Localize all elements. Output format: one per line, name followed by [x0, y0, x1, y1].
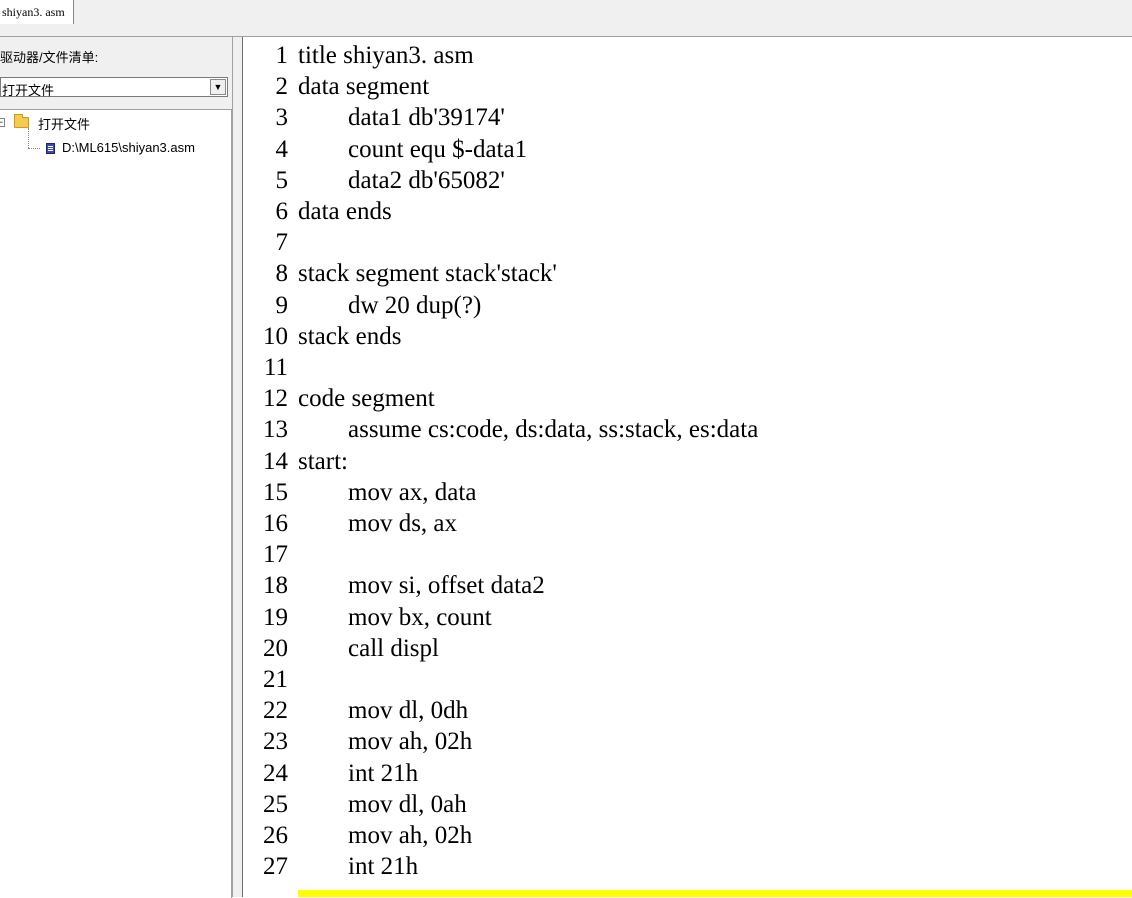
file-icon [46, 143, 55, 154]
line-number: 11 [263, 354, 288, 381]
code-line[interactable]: 8 stack segment stack'stack' [246, 258, 1132, 289]
code-line[interactable]: 11 [246, 352, 1132, 383]
code-line[interactable]: 2 data segment [246, 71, 1132, 102]
tab-shiyan3-asm[interactable]: shiyan3. asm [0, 0, 74, 24]
code-text: data segment [298, 73, 430, 101]
code-line[interactable]: 13 assume cs:code, ds:data, ss:stack, es… [246, 414, 1132, 445]
toolbar-separator [0, 26, 1132, 37]
code-line[interactable]: 25 mov dl, 0ah [246, 789, 1132, 820]
line-number: 28 [262, 891, 290, 897]
line-number: 23 [263, 728, 288, 756]
line-number: 17 [263, 541, 288, 569]
tree-connector [28, 148, 40, 149]
line-number: 19 [263, 603, 288, 631]
tab-bar: shiyan3. asm [0, 0, 1132, 27]
file-list-panel: 驱动器/文件清单: 打开文件 ▼ − 打开文件 D:\ML615\shiyan3… [0, 37, 232, 898]
code-line[interactable]: 10 stack ends [246, 321, 1132, 352]
code-text: call displ [298, 634, 439, 662]
code-text: stack ends [298, 322, 402, 350]
code-text: count equ $-data1 [298, 135, 528, 163]
line-number: 9 [275, 291, 289, 319]
code-text: data1 db'39174' [298, 104, 505, 132]
chevron-down-icon[interactable]: ▼ [210, 79, 226, 95]
line-number: 18 [263, 572, 288, 600]
current-line-highlight [298, 890, 1132, 897]
code-line[interactable]: 24 int 21h [246, 758, 1132, 789]
line-number: 14 [263, 447, 288, 475]
tree-connector [28, 128, 29, 148]
code-line[interactable]: 19 mov bx, count [246, 602, 1132, 633]
line-number: 20 [263, 634, 288, 662]
code-text: code segment [298, 385, 435, 413]
code-line[interactable]: 4 count equ $-data1 [246, 134, 1132, 165]
code-text: mov bx, count [298, 603, 492, 631]
line-number: 8 [275, 260, 289, 288]
drive-file-list-label: 驱动器/文件清单: [0, 50, 99, 65]
line-number: 21 [263, 666, 288, 693]
code-line[interactable]: 18 mov si, offset data2 [246, 570, 1132, 601]
code-text: int 21h [298, 759, 419, 787]
code-text: mov dl, 0dh [298, 697, 469, 725]
line-number: 22 [263, 697, 288, 725]
code-line[interactable]: 21 [246, 664, 1132, 695]
code-line[interactable]: 7 [246, 227, 1132, 258]
code-text: data ends [298, 198, 392, 225]
line-number: 5 [275, 166, 289, 194]
tab-label: shiyan3. asm [2, 5, 65, 19]
code-text: dw 20 dup(?) [298, 291, 482, 319]
line-number: 25 [263, 790, 288, 818]
tree-item-label: 打开文件 [38, 117, 91, 132]
code-line[interactable]: 14 start: [246, 446, 1132, 477]
line-number: 3 [275, 104, 289, 132]
line-number: 4 [275, 135, 289, 163]
code-line[interactable]: 17 [246, 539, 1132, 570]
code-text: mov ah, 02h [298, 822, 473, 849]
code-text: mov ds, ax [298, 510, 458, 537]
code-line[interactable]: 16 mov ds, ax [246, 508, 1132, 539]
code-text: title shiyan3. asm [298, 42, 474, 69]
line-number: 27 [263, 853, 288, 881]
code-line[interactable]: 5 data2 db'65082' [246, 165, 1132, 196]
code-text: start: [298, 447, 348, 475]
line-number: 6 [275, 198, 289, 225]
line-number: 10 [263, 322, 288, 350]
line-number: 26 [263, 822, 288, 849]
code-line[interactable]: 22 mov dl, 0dh [246, 695, 1132, 726]
line-number: 24 [263, 759, 288, 787]
file-tree: − 打开文件 D:\ML615\shiyan3.asm [0, 109, 232, 898]
line-number: 12 [263, 385, 288, 413]
line-number: 7 [275, 229, 289, 257]
tree-item-label: D:\ML615\shiyan3.asm [62, 140, 195, 155]
code-line[interactable]: 12 code segment [246, 383, 1132, 414]
dropdown-value: 打开文件 [2, 83, 55, 98]
code-line[interactable]: 20 call displ [246, 633, 1132, 664]
code-text: int 21h [298, 853, 419, 881]
line-number: 16 [263, 510, 288, 537]
line-number: 2 [275, 73, 289, 101]
line-number: 15 [263, 478, 288, 506]
line-number: 13 [263, 416, 288, 444]
code-text: assume cs:code, ds:data, ss:stack, es:da… [298, 416, 759, 444]
code-line[interactable]: 6 data ends [246, 196, 1132, 227]
code-text: mov si, offset data2 [298, 572, 545, 600]
code-text: mov ah, 02h [298, 728, 473, 756]
code-text: mov dl, 0ah [298, 790, 467, 818]
code-line[interactable]: 23 mov ah, 02h [246, 726, 1132, 757]
code-text: stack segment stack'stack' [298, 260, 557, 288]
folder-icon [14, 114, 29, 128]
code-line[interactable]: 27 int 21h [246, 851, 1132, 882]
line-number: 1 [275, 42, 289, 69]
code-line[interactable]: 26 mov ah, 02h [246, 820, 1132, 851]
code-text: data2 db'65082' [298, 166, 505, 194]
code-text: mov ax, data [298, 478, 477, 506]
code-line[interactable]: 1 title shiyan3. asm [246, 40, 1132, 71]
code-line[interactable]: 9 dw 20 dup(?) [246, 290, 1132, 321]
file-list-dropdown[interactable]: 打开文件 ▼ [0, 77, 228, 98]
collapse-icon[interactable]: − [0, 118, 5, 127]
code-line[interactable]: 15 mov ax, data [246, 477, 1132, 508]
code-editor[interactable]: 1 title shiyan3. asm 2 data segment 3 data1 … [246, 40, 1132, 897]
code-line[interactable]: 3 data1 db'39174' [246, 102, 1132, 133]
